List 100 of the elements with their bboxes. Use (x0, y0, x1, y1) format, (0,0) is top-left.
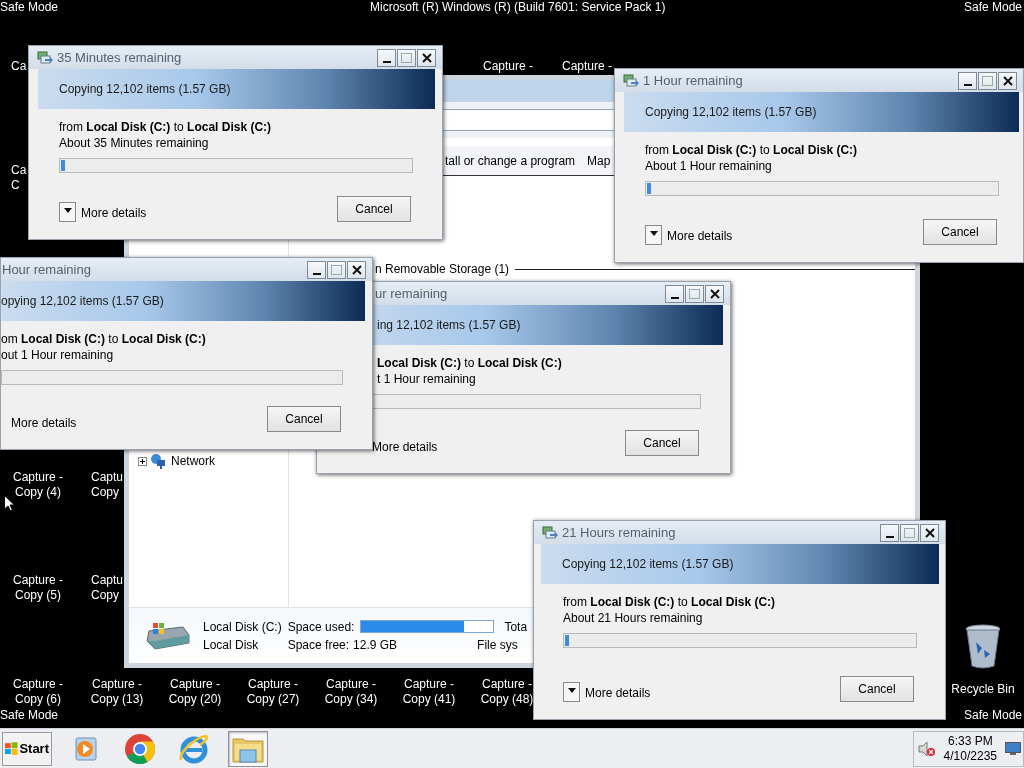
close-button[interactable] (417, 48, 436, 67)
toolbar-item[interactable]: tall or change a program (445, 151, 576, 170)
speaker-muted-icon[interactable] (917, 740, 936, 757)
desktop-icon-label[interactable]: Capture - Copy (20) (156, 677, 234, 707)
expand-icon[interactable] (138, 456, 147, 466)
copy-route: from Local Disk (C:) to Local Disk (C:) (645, 142, 859, 158)
desktop-icon-label[interactable]: Ca C (11, 163, 27, 193)
minimize-button[interactable] (880, 523, 899, 542)
safe-mode-label: Safe Mode (0, 0, 59, 15)
desktop-icon-label[interactable]: Capture - Copy (27) (234, 677, 312, 707)
drive-type: Local Disk (203, 636, 260, 654)
more-details-label[interactable]: More details (372, 438, 438, 456)
cursor-icon (4, 495, 15, 512)
cancel-button[interactable]: Cancel (625, 430, 699, 456)
caret-icon (567, 688, 576, 693)
desktop-icon-label[interactable]: Capture - (549, 59, 625, 74)
time-remaining: About 35 Minutes remaining (59, 135, 210, 151)
more-details-label[interactable]: More details (81, 204, 147, 222)
chrome-icon (124, 732, 156, 765)
copy-route: Local Disk (C:) to Local Disk (C:) (377, 355, 563, 371)
copy-icon (542, 525, 558, 540)
close-icon (709, 288, 720, 299)
maximize-icon (982, 75, 993, 86)
copy-icon (37, 50, 53, 65)
desktop-icon-label[interactable]: Capture - Copy (13) (78, 677, 156, 707)
taskbar-app-button[interactable] (228, 730, 268, 767)
desktop-icon-label[interactable]: Capture - Copy (6) (0, 677, 76, 707)
file-system-label: File sys (477, 636, 518, 654)
recycle-bin[interactable]: Recycle Bin (948, 624, 1018, 697)
clock-time: 6:33 PM (947, 733, 993, 749)
close-icon (421, 52, 432, 63)
time-remaining: out 1 Hour remaining (1, 347, 115, 363)
safe-mode-label: Safe Mode (963, 708, 1022, 723)
minimize-button[interactable] (377, 48, 396, 67)
dialog-title: 35 Minutes remaining (57, 48, 182, 67)
start-button[interactable]: Start (2, 731, 52, 766)
space-free-label: Space free: (287, 636, 350, 654)
group-header: n Removable Storage (1) (375, 261, 510, 278)
caret-icon (649, 231, 658, 236)
close-button[interactable] (998, 71, 1017, 90)
safe-mode-label: Safe Mode (963, 0, 1022, 15)
desktop-icon-label[interactable]: Capture - Copy (4) (0, 470, 76, 500)
dialog-title: Hour remaining (2, 260, 91, 279)
maximize-icon (331, 264, 342, 275)
desktop-icon-label[interactable]: Ca (11, 59, 27, 74)
media-player-icon (72, 734, 100, 763)
nav-item[interactable]: Network (171, 452, 215, 470)
caret-icon (63, 208, 72, 213)
maximize-icon (904, 527, 915, 538)
cancel-button[interactable]: Cancel (267, 406, 341, 432)
minimize-button[interactable] (958, 71, 977, 90)
toolbar-item[interactable]: Map (587, 151, 611, 170)
desktop-icon-label[interactable]: Captu Copy (91, 573, 124, 603)
trash-bin-icon (964, 624, 1002, 670)
close-button[interactable] (347, 260, 366, 279)
maximize-icon (401, 52, 412, 63)
dialog-title: 1 Hour remaining (643, 71, 743, 90)
more-details-label[interactable]: More details (667, 227, 733, 245)
minimize-icon (312, 272, 321, 275)
time-remaining: About 21 Hours remaining (563, 610, 704, 626)
network-icon (150, 453, 166, 469)
cancel-button[interactable]: Cancel (923, 219, 997, 245)
minimize-icon (963, 83, 972, 86)
monitor-icon[interactable] (1005, 741, 1021, 756)
copy-summary: opying 12,102 items (1.57 GB) (1, 293, 164, 310)
more-details-label[interactable]: More details (11, 414, 77, 432)
desktop-icon-label[interactable]: Capture - Copy (5) (0, 573, 76, 603)
copy-route: from Local Disk (C:) to Local Disk (C:) (563, 594, 777, 610)
space-used-label: Space used: (287, 618, 355, 636)
clock[interactable]: 6:33 PM 4/10/2235 (941, 733, 999, 764)
dialog-title: 21 Hours remaining (562, 523, 676, 542)
hard-drive-icon (145, 620, 191, 651)
expand-details-button[interactable] (563, 682, 580, 702)
copy-summary: Copying 12,102 items (1.57 GB) (562, 556, 734, 573)
dialog-title: ur remaining (375, 284, 448, 303)
close-icon (1002, 75, 1013, 86)
copy-route: om Local Disk (C:) to Local Disk (C:) (1, 331, 207, 347)
minimize-icon (885, 535, 894, 538)
build-info: Microsoft (R) Windows (R) (Build 7601: Service Pack 1) (370, 0, 666, 15)
close-icon (351, 264, 362, 275)
safe-mode-label: Safe Mode (0, 708, 59, 723)
desktop-icon-label[interactable]: Capture - Copy (34) (312, 677, 390, 707)
expand-details-button[interactable] (645, 225, 662, 245)
minimize-icon (670, 296, 679, 299)
desktop-icon-label[interactable]: Captu Copy (91, 470, 124, 500)
copy-summary: ing 12,102 items (1.57 GB) (377, 317, 521, 334)
expand-details-button[interactable] (59, 202, 76, 222)
minimize-button[interactable] (307, 260, 326, 279)
space-free-value: 12.9 GB (353, 636, 398, 654)
cancel-button[interactable]: Cancel (840, 676, 914, 702)
minimize-button[interactable] (665, 284, 684, 303)
maximize-icon (689, 288, 700, 299)
clock-date: 4/10/2235 (943, 748, 997, 764)
more-details-label[interactable]: More details (585, 684, 651, 702)
cancel-button[interactable]: Cancel (337, 196, 411, 222)
desktop-icon-label[interactable]: Capture - Copy (41) (390, 677, 468, 707)
copy-summary: Copying 12,102 items (1.57 GB) (645, 104, 817, 121)
desktop-icon-label[interactable]: Capture - (470, 59, 546, 74)
close-button[interactable] (705, 284, 724, 303)
close-button[interactable] (920, 523, 939, 542)
